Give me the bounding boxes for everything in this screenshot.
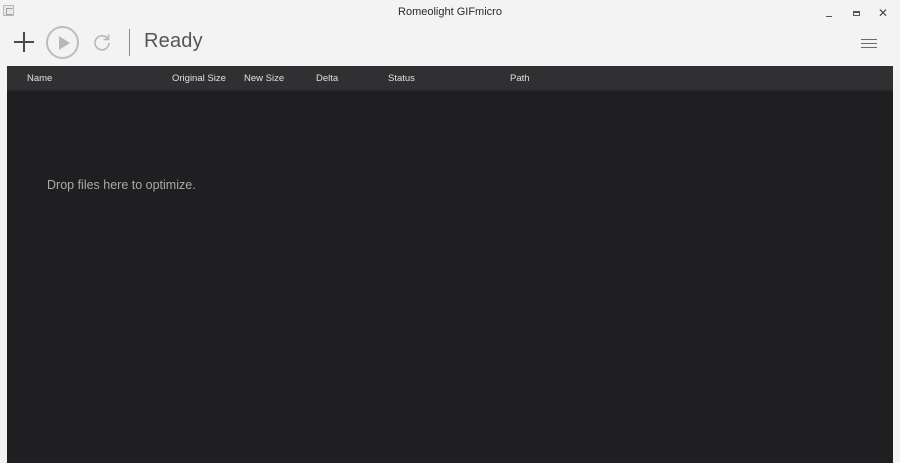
window-title: Romeolight GIFmicro: [398, 6, 502, 18]
menu-button[interactable]: [861, 38, 877, 50]
column-header-original-size[interactable]: Original Size: [172, 73, 226, 84]
status-label: Ready: [144, 30, 203, 52]
minimize-icon: [826, 15, 832, 17]
column-header-delta[interactable]: Delta: [316, 73, 338, 84]
refresh-icon: [94, 34, 110, 51]
column-header-name[interactable]: Name: [27, 73, 52, 84]
start-optimize-button[interactable]: [46, 26, 79, 59]
maximize-icon: [852, 10, 860, 16]
file-list[interactable]: Name Original Size New Size Delta Status…: [7, 66, 893, 463]
close-icon: ✕: [877, 6, 889, 20]
column-header-new-size[interactable]: New Size: [244, 73, 284, 84]
hamburger-menu-icon: [861, 39, 877, 40]
app-window: Romeolight GIFmicro ✕ Ready Name Origina…: [0, 0, 900, 463]
add-files-button[interactable]: [11, 29, 37, 55]
maximize-button[interactable]: [845, 4, 867, 22]
drop-zone-hint: Drop files here to optimize.: [47, 178, 196, 192]
close-button[interactable]: ✕: [872, 4, 894, 22]
table-header: Name Original Size New Size Delta Status…: [7, 66, 893, 91]
refresh-button[interactable]: [91, 31, 113, 53]
minimize-button[interactable]: [818, 4, 840, 22]
column-header-path[interactable]: Path: [510, 73, 530, 84]
toolbar-divider: [129, 29, 130, 56]
title-bar[interactable]: Romeolight GIFmicro ✕: [0, 0, 900, 26]
column-header-status[interactable]: Status: [388, 73, 415, 84]
toolbar: Ready: [0, 26, 900, 66]
play-icon: [59, 36, 70, 50]
